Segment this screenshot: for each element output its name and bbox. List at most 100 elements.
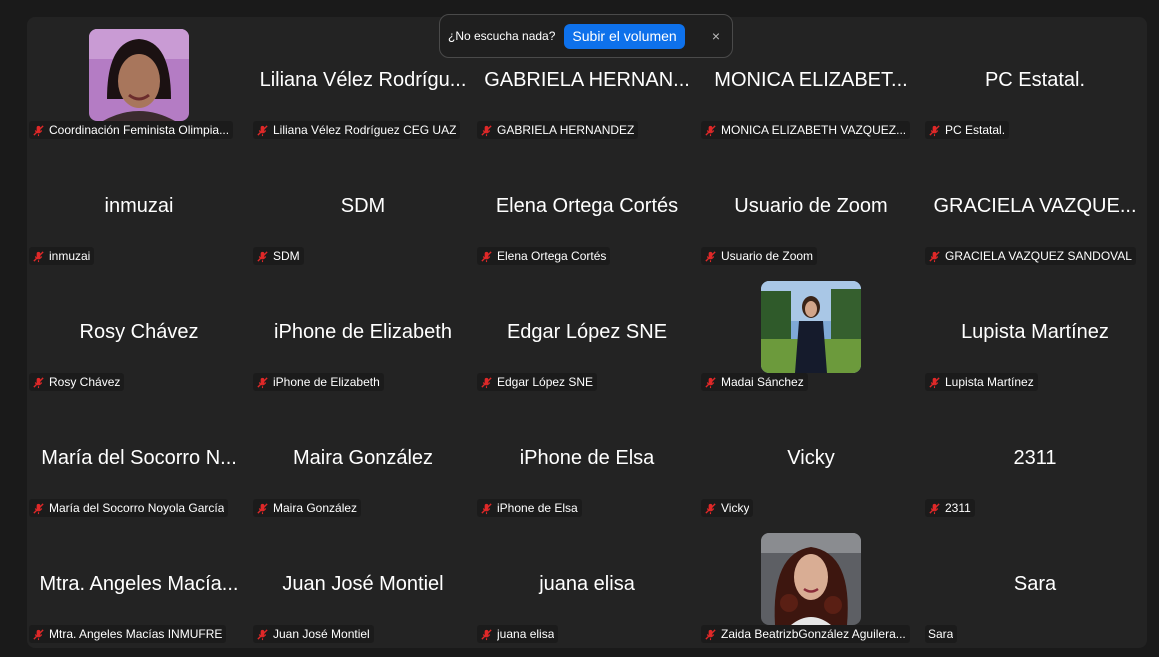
participant-name-label: SDM [253, 247, 304, 265]
participant-display-name: juana elisa [539, 573, 635, 595]
participant-tile[interactable]: Vicky Vicky [699, 395, 923, 521]
participant-label-text: juana elisa [497, 627, 555, 641]
participant-name-label: Edgar López SNE [477, 373, 598, 391]
muted-mic-icon [32, 376, 45, 389]
participant-name-label: Madai Sánchez [701, 373, 808, 391]
muted-mic-icon [928, 124, 941, 137]
muted-mic-icon [256, 250, 269, 263]
participant-display-name: iPhone de Elsa [519, 447, 655, 469]
participant-photo [761, 281, 861, 373]
participant-label-text: Coordinación Feminista Olimpia... [49, 123, 230, 137]
participant-name-label: Zaida BeatrizbGonzález Aguilera... [701, 625, 910, 643]
participant-label-text: Vicky [721, 501, 750, 515]
participant-display-name: Sara [1013, 573, 1057, 595]
participant-display-name: 2311 [1013, 447, 1057, 469]
participant-display-name: Edgar López SNE [506, 321, 668, 343]
participant-display-name: GRACIELA VAZQUE... [933, 195, 1137, 217]
participant-label-text: Edgar López SNE [497, 375, 594, 389]
participant-label-text: Mtra. Angeles Macías INMUFRE [49, 627, 223, 641]
participant-name-label: Elena Ortega Cortés [477, 247, 611, 265]
participant-tile[interactable]: Rosy Chávez Rosy Chávez [27, 269, 251, 395]
participant-label-text: GRACIELA VAZQUEZ SANDOVAL [945, 249, 1132, 263]
participant-label-text: Juan José Montiel [273, 627, 370, 641]
participant-name-label: GRACIELA VAZQUEZ SANDOVAL [925, 247, 1136, 265]
participant-tile[interactable]: 2311 2311 [923, 395, 1147, 521]
participant-label-text: Madai Sánchez [721, 375, 804, 389]
muted-mic-icon [480, 628, 493, 641]
participant-tile[interactable]: GRACIELA VAZQUE... GRACIELA VAZQUEZ SAND… [923, 143, 1147, 269]
participant-label-text: Rosy Chávez [49, 375, 121, 389]
participant-display-name: GABRIELA HERNAN... [484, 69, 690, 91]
participant-name-label: Sara [925, 625, 958, 643]
participant-name-label: Juan José Montiel [253, 625, 374, 643]
participant-tile[interactable]: Juan José Montiel Juan José Montiel [251, 521, 475, 647]
participant-display-name: Lupista Martínez [961, 321, 1109, 343]
participant-tile[interactable]: juana elisa juana elisa [475, 521, 699, 647]
participant-tile[interactable]: María del Socorro N... María del Socorro… [27, 395, 251, 521]
participant-name-label: iPhone de Elsa [477, 499, 582, 517]
muted-mic-icon [704, 124, 717, 137]
participant-tile[interactable]: iPhone de Elsa iPhone de Elsa [475, 395, 699, 521]
participant-display-name: SDM [340, 195, 386, 217]
participant-display-name: Usuario de Zoom [734, 195, 888, 217]
muted-mic-icon [256, 124, 269, 137]
participant-display-name: iPhone de Elizabeth [274, 321, 452, 343]
participant-tile[interactable]: Edgar López SNE Edgar López SNE [475, 269, 699, 395]
participant-display-name: Vicky [787, 447, 835, 469]
muted-mic-icon [704, 628, 717, 641]
participant-label-text: PC Estatal. [945, 123, 1006, 137]
participant-display-name: MONICA ELIZABET... [714, 69, 908, 91]
participant-tile[interactable]: Sara Sara [923, 521, 1147, 647]
participant-tile[interactable]: Madai Sánchez [699, 269, 923, 395]
participant-name-label: Lupista Martínez [925, 373, 1038, 391]
participant-label-text: iPhone de Elsa [497, 501, 578, 515]
muted-mic-icon [32, 250, 45, 263]
participant-tile[interactable]: Elena Ortega Cortés Elena Ortega Cortés [475, 143, 699, 269]
video-gallery: Coordinación Feminista Olimpia... Lilian… [27, 17, 1147, 648]
participant-display-name: Liliana Vélez Rodrígu... [259, 69, 467, 91]
participant-tile[interactable]: PC Estatal. PC Estatal. [923, 17, 1147, 143]
muted-mic-icon [480, 376, 493, 389]
muted-mic-icon [928, 250, 941, 263]
participant-name-label: Vicky [701, 499, 754, 517]
participant-tile[interactable]: inmuzai inmuzai [27, 143, 251, 269]
participant-name-label: juana elisa [477, 625, 559, 643]
participant-display-name: Elena Ortega Cortés [495, 195, 679, 217]
participant-label-text: 2311 [945, 501, 971, 515]
participant-label-text: GABRIELA HERNANDEZ [497, 123, 635, 137]
muted-mic-icon [256, 502, 269, 515]
participant-name-label: Liliana Vélez Rodríguez CEG UAZ [253, 121, 461, 139]
participant-name-label: Usuario de Zoom [701, 247, 818, 265]
participant-tile[interactable]: iPhone de Elizabeth iPhone de Elizabeth [251, 269, 475, 395]
participant-label-text: Maira González [273, 501, 358, 515]
participant-name-label: 2311 [925, 499, 975, 517]
participant-tile[interactable]: Coordinación Feminista Olimpia... [27, 17, 251, 143]
participant-tile[interactable]: SDM SDM [251, 143, 475, 269]
participant-tile[interactable]: Maira González Maira González [251, 395, 475, 521]
muted-mic-icon [256, 376, 269, 389]
muted-mic-icon [480, 250, 493, 263]
participant-name-label: MONICA ELIZABETH VAZQUEZ... [701, 121, 911, 139]
participant-tile[interactable]: Mtra. Angeles Macía... Mtra. Angeles Mac… [27, 521, 251, 647]
participant-tile[interactable]: Usuario de Zoom Usuario de Zoom [699, 143, 923, 269]
muted-mic-icon [704, 502, 717, 515]
participant-grid: Coordinación Feminista Olimpia... Lilian… [27, 17, 1147, 648]
participant-tile[interactable]: Zaida BeatrizbGonzález Aguilera... [699, 521, 923, 647]
participant-name-label: PC Estatal. [925, 121, 1010, 139]
participant-display-name: Juan José Montiel [282, 573, 444, 595]
muted-mic-icon [32, 124, 45, 137]
participant-name-label: María del Socorro Noyola García [29, 499, 229, 517]
muted-mic-icon [32, 502, 45, 515]
participant-tile[interactable]: Lupista Martínez Lupista Martínez [923, 269, 1147, 395]
raise-volume-button[interactable]: Subir el volumen [564, 23, 685, 49]
participant-display-name: inmuzai [104, 195, 174, 217]
participant-label-text: María del Socorro Noyola García [49, 501, 225, 515]
muted-mic-icon [256, 628, 269, 641]
participant-label-text: Lupista Martínez [945, 375, 1034, 389]
participant-display-name: Mtra. Angeles Macía... [39, 573, 239, 595]
participant-name-label: Mtra. Angeles Macías INMUFRE [29, 625, 227, 643]
close-icon[interactable]: × [712, 28, 720, 44]
participant-display-name: Rosy Chávez [79, 321, 199, 343]
participant-name-label: inmuzai [29, 247, 95, 265]
participant-label-text: Liliana Vélez Rodríguez CEG UAZ [273, 123, 457, 137]
